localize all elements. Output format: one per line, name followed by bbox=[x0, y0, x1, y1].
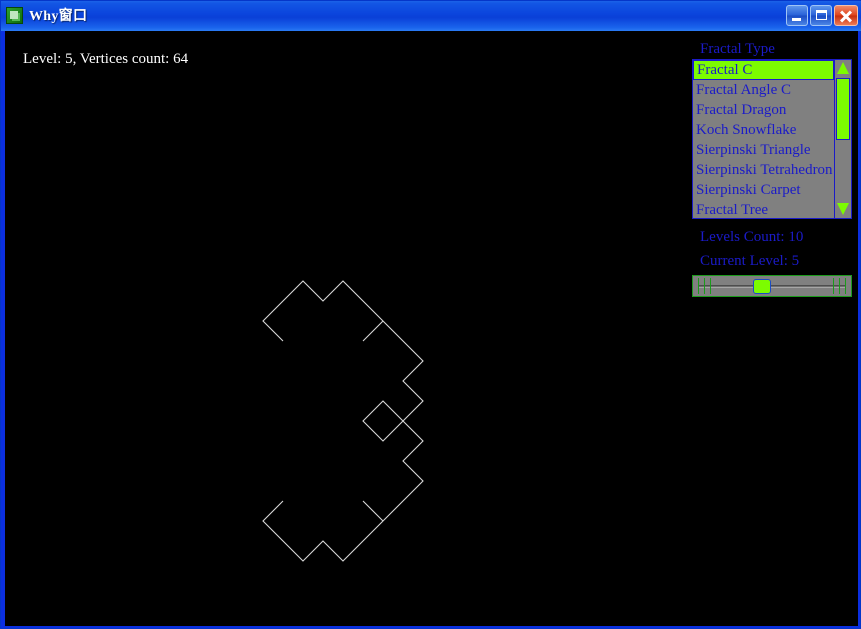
slider-tick bbox=[710, 278, 711, 294]
scrollbar-thumb[interactable] bbox=[836, 78, 850, 140]
maximize-icon bbox=[816, 10, 827, 20]
list-item[interactable]: Fractal Dragon bbox=[693, 100, 834, 120]
list-item[interactable]: Fractal C bbox=[693, 60, 834, 80]
scroll-down-button[interactable] bbox=[835, 201, 851, 218]
scroll-up-button[interactable] bbox=[835, 60, 851, 77]
levels-count-label: Levels Count: 10 bbox=[700, 229, 804, 245]
fractal-type-label: Fractal Type bbox=[700, 41, 775, 57]
list-item[interactable]: Sierpinski Tetrahedron bbox=[693, 160, 834, 180]
slider-tick bbox=[833, 278, 834, 294]
level-slider[interactable] bbox=[692, 275, 852, 297]
fractal-drawing bbox=[262, 280, 424, 562]
client-area: Level: 5, Vertices count: 64 Fractal Typ… bbox=[5, 31, 858, 626]
window-title: Why窗口 bbox=[29, 9, 88, 24]
title-bar-left: Why窗口 bbox=[6, 5, 87, 25]
scroll-down-icon bbox=[837, 203, 849, 215]
window-controls bbox=[786, 5, 858, 26]
slider-tick bbox=[698, 278, 699, 294]
slider-groove bbox=[699, 285, 845, 288]
list-item[interactable]: Koch Snowflake bbox=[693, 120, 834, 140]
slider-tick bbox=[845, 278, 846, 294]
list-item[interactable]: Fractal Tree bbox=[693, 200, 834, 218]
minimize-icon bbox=[792, 18, 801, 21]
app-icon bbox=[6, 6, 23, 24]
list-item[interactable]: Fractal Angle C bbox=[693, 80, 834, 100]
slider-tick bbox=[839, 278, 840, 294]
close-button[interactable] bbox=[834, 5, 858, 26]
minimize-button[interactable] bbox=[786, 5, 808, 26]
scroll-up-icon bbox=[837, 62, 849, 74]
slider-tick bbox=[704, 278, 705, 294]
listbox-scrollbar[interactable] bbox=[834, 60, 851, 218]
controls-panel: Fractal Type Fractal C Fractal Angle C Fra… bbox=[686, 31, 858, 626]
list-item[interactable]: Sierpinski Triangle bbox=[693, 140, 834, 160]
fractal-type-list[interactable]: Fractal C Fractal Angle C Fractal Dragon Ko… bbox=[693, 60, 834, 218]
list-item[interactable]: Sierpinski Carpet bbox=[693, 180, 834, 200]
title-bar[interactable]: Why窗口 bbox=[1, 1, 861, 31]
fractal-canvas[interactable]: Level: 5, Vertices count: 64 bbox=[5, 31, 685, 626]
fractal-polyline bbox=[262, 280, 424, 562]
slider-thumb[interactable] bbox=[753, 279, 771, 294]
application-window: Why窗口 Level: 5, Vertices count: 64 Fract… bbox=[0, 0, 861, 629]
maximize-button[interactable] bbox=[810, 5, 832, 26]
fractal-type-listbox[interactable]: Fractal C Fractal Angle C Fractal Dragon Ko… bbox=[692, 59, 852, 219]
close-icon bbox=[835, 6, 857, 25]
current-level-label: Current Level: 5 bbox=[700, 253, 800, 269]
